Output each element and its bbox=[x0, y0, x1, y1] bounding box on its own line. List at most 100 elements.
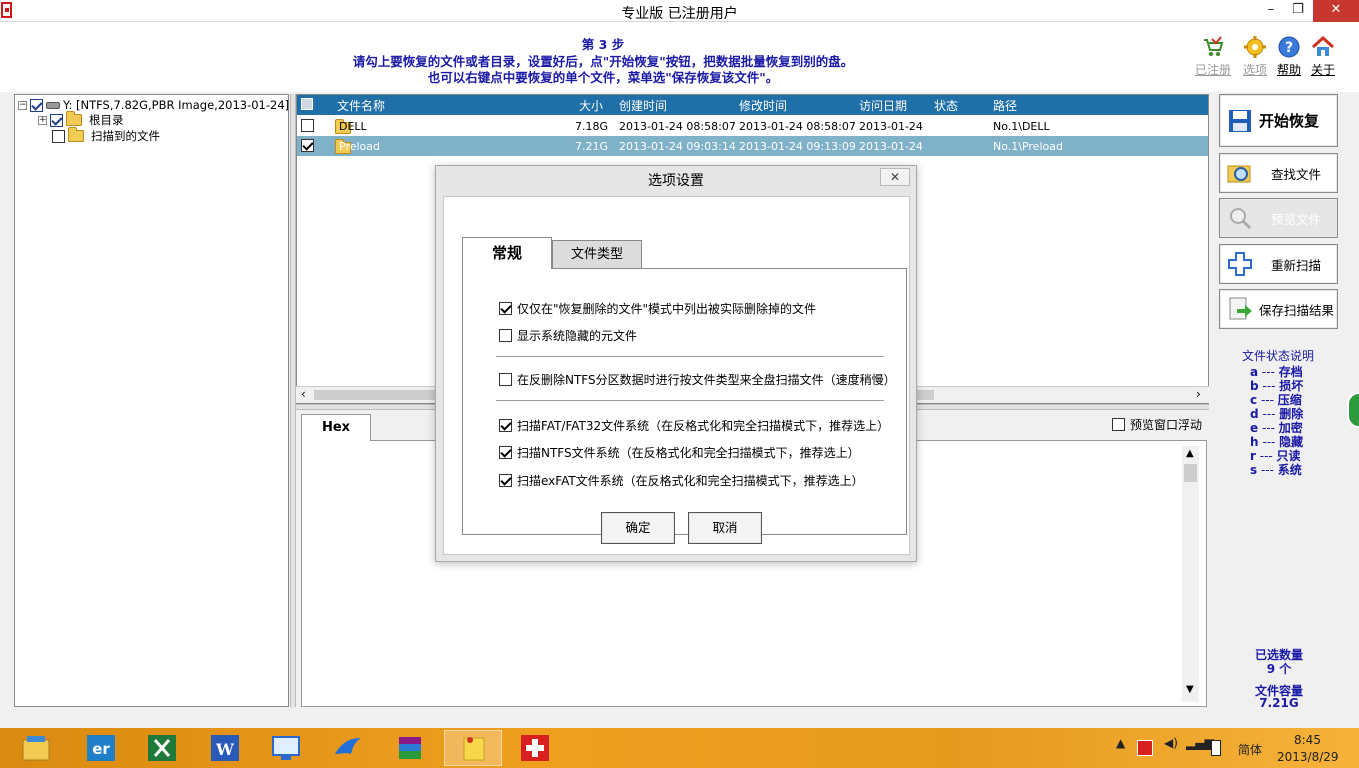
tray-expand-icon[interactable]: ▲ bbox=[1116, 736, 1125, 750]
dialog-close-button[interactable]: ✕ bbox=[880, 168, 910, 186]
drive-checkbox[interactable] bbox=[30, 98, 43, 112]
tray-app-icon[interactable] bbox=[1137, 740, 1153, 756]
select-all-icon[interactable] bbox=[301, 98, 313, 110]
option-show-hidden-meta[interactable]: 显示系统隐藏的元文件 bbox=[499, 327, 637, 344]
scroll-right-icon[interactable]: › bbox=[1196, 387, 1201, 401]
row-checkbox[interactable] bbox=[301, 119, 314, 132]
winrar-taskbar-button[interactable] bbox=[381, 730, 439, 766]
remote-desktop-icon bbox=[272, 736, 300, 760]
root-checkbox[interactable] bbox=[50, 113, 63, 127]
er-taskbar-button[interactable]: er bbox=[72, 730, 130, 766]
tab-general[interactable]: 常规 bbox=[462, 237, 552, 269]
legend-key: h bbox=[1250, 435, 1259, 449]
legend-key: e bbox=[1250, 421, 1259, 435]
battery-icon[interactable] bbox=[1211, 740, 1221, 756]
legend-desc: 删除 bbox=[1279, 407, 1304, 421]
option-scan-exfat[interactable]: 扫描exFAT文件系统（在反格式化和完全扫描模式下，推荐选上） bbox=[499, 472, 864, 489]
legend-separator: --- bbox=[1258, 365, 1279, 379]
notes-taskbar-button[interactable] bbox=[444, 730, 502, 766]
collapse-icon[interactable]: − bbox=[18, 100, 27, 110]
registered-button[interactable]: 已注册 bbox=[1193, 36, 1233, 78]
dialog-title: 选项设置 bbox=[436, 166, 916, 196]
window-title: 专业版 已注册用户 bbox=[621, 6, 738, 22]
search-folder-icon bbox=[1227, 165, 1251, 183]
cancel-button[interactable]: 取消 bbox=[688, 512, 762, 544]
option-checkbox[interactable] bbox=[499, 373, 512, 386]
word-taskbar-button[interactable]: W bbox=[196, 730, 254, 766]
close-button[interactable]: ✕ bbox=[1313, 0, 1359, 22]
clock-date[interactable]: 2013/8/29 bbox=[1277, 750, 1339, 764]
about-button[interactable]: 关于 bbox=[1303, 36, 1343, 78]
legend-row: h --- 隐藏 bbox=[1228, 435, 1328, 449]
hex-vertical-scrollbar[interactable]: ▲ ▼ bbox=[1182, 446, 1199, 702]
option-label: 在反删除NTFS分区数据时进行按文件类型来全盘扫描文件（速度稍慢） bbox=[517, 373, 896, 387]
find-file-button[interactable]: 查找文件 bbox=[1219, 153, 1338, 193]
svg-text:W: W bbox=[215, 740, 235, 759]
option-label: 显示系统隐藏的元文件 bbox=[517, 329, 638, 343]
col-status[interactable]: 状态 bbox=[934, 97, 958, 114]
cart-icon bbox=[1202, 36, 1224, 58]
option-checkbox[interactable] bbox=[499, 474, 512, 487]
scroll-up-icon[interactable]: ▲ bbox=[1186, 448, 1194, 459]
start-recovery-button[interactable]: 开始恢复 bbox=[1219, 94, 1338, 147]
col-path[interactable]: 路径 bbox=[993, 97, 1017, 114]
rescan-button[interactable]: 重新扫描 bbox=[1219, 244, 1338, 284]
preview-file-label: 预览文件 bbox=[1271, 211, 1322, 227]
col-name[interactable]: 文件名称 bbox=[337, 97, 385, 114]
bird-taskbar-button[interactable] bbox=[319, 730, 377, 766]
input-language[interactable]: 简体 bbox=[1238, 741, 1262, 758]
header: 第 3 步 请勾上要恢复的文件或者目录，设置好后，点"开始恢复"按钮，把数据批量… bbox=[0, 22, 1359, 92]
house-icon bbox=[1312, 36, 1334, 58]
word-icon: W bbox=[211, 735, 239, 761]
tab-file-types[interactable]: 文件类型 bbox=[552, 240, 642, 269]
legend-separator: --- bbox=[1258, 421, 1279, 435]
drive-label: Y: [NTFS,7.82G,PBR Image,2013-01-24] bbox=[63, 98, 290, 112]
col-accessed[interactable]: 访问日期 bbox=[859, 97, 907, 114]
explorer-taskbar-button[interactable] bbox=[7, 730, 65, 766]
option-checkbox[interactable] bbox=[499, 446, 512, 459]
floppy-icon bbox=[1229, 109, 1251, 132]
option-checkbox[interactable] bbox=[499, 419, 512, 432]
col-created[interactable]: 创建时间 bbox=[619, 97, 667, 114]
option-ntfs-type-scan[interactable]: 在反删除NTFS分区数据时进行按文件类型来全盘扫描文件（速度稍慢） bbox=[499, 371, 896, 388]
cell-size: 7.18G bbox=[575, 120, 609, 133]
clock-time[interactable]: 8:45 bbox=[1294, 733, 1321, 747]
taskbar: er W ▲ ◀) ▂▄▆ 简体 8:45 2013/8/29 bbox=[0, 728, 1359, 768]
bird-icon bbox=[335, 738, 361, 754]
scroll-down-icon[interactable]: ▼ bbox=[1186, 684, 1194, 695]
side-float-icon[interactable] bbox=[1347, 392, 1359, 428]
signal-icon[interactable]: ▂▄▆ bbox=[1186, 736, 1214, 750]
ok-button[interactable]: 确定 bbox=[601, 512, 675, 544]
remote-taskbar-button[interactable] bbox=[257, 730, 315, 766]
option-scan-ntfs[interactable]: 扫描NTFS文件系统（在反格式化和完全扫描模式下，推荐选上） bbox=[499, 444, 860, 461]
expand-icon[interactable]: + bbox=[38, 115, 47, 125]
tree-item-drive[interactable]: − Y: [NTFS,7.82G,PBR Image,2013-01-24] bbox=[18, 97, 289, 113]
volume-icon[interactable]: ◀) bbox=[1164, 736, 1178, 750]
tree-item-scanned[interactable]: 扫描到的文件 bbox=[52, 127, 160, 144]
recovery-app-taskbar-button[interactable] bbox=[506, 730, 564, 766]
gear-icon bbox=[1244, 36, 1266, 58]
option-scan-fat[interactable]: 扫描FAT/FAT32文件系统（在反格式化和完全扫描模式下，推荐选上） bbox=[499, 417, 889, 434]
col-size[interactable]: 大小 bbox=[579, 97, 603, 114]
option-checkbox[interactable] bbox=[499, 329, 512, 342]
option-checkbox[interactable] bbox=[499, 302, 512, 315]
tree-item-root[interactable]: + 根目录 bbox=[38, 111, 124, 128]
tab-hex[interactable]: Hex bbox=[301, 414, 371, 441]
table-row[interactable]: DELL 7.18G 2013-01-24 08:58:07 2013-01-2… bbox=[297, 116, 1208, 136]
excel-taskbar-button[interactable] bbox=[133, 730, 191, 766]
table-row[interactable]: Preload 7.21G 2013-01-24 09:03:14 2013-0… bbox=[297, 136, 1208, 156]
float-preview-option[interactable]: 预览窗口浮动 bbox=[1112, 416, 1202, 433]
about-label: 关于 bbox=[1310, 63, 1335, 77]
option-list-deleted-only[interactable]: 仅仅在"恢复删除的文件"模式中列出被实际删除掉的文件 bbox=[499, 300, 816, 317]
col-modified[interactable]: 修改时间 bbox=[739, 97, 787, 114]
maximize-button[interactable]: ❐ bbox=[1284, 0, 1312, 22]
scroll-left-icon[interactable]: ‹ bbox=[301, 387, 306, 401]
row-checkbox[interactable] bbox=[301, 139, 314, 152]
float-preview-checkbox[interactable] bbox=[1112, 418, 1125, 431]
minimize-button[interactable]: – bbox=[1257, 0, 1285, 22]
save-scan-button[interactable]: 保存扫描结果 bbox=[1219, 289, 1338, 329]
scanned-checkbox[interactable] bbox=[52, 129, 65, 143]
er-app-icon: er bbox=[87, 735, 115, 761]
winrar-icon bbox=[399, 737, 421, 759]
scroll-thumb[interactable] bbox=[1184, 464, 1197, 482]
